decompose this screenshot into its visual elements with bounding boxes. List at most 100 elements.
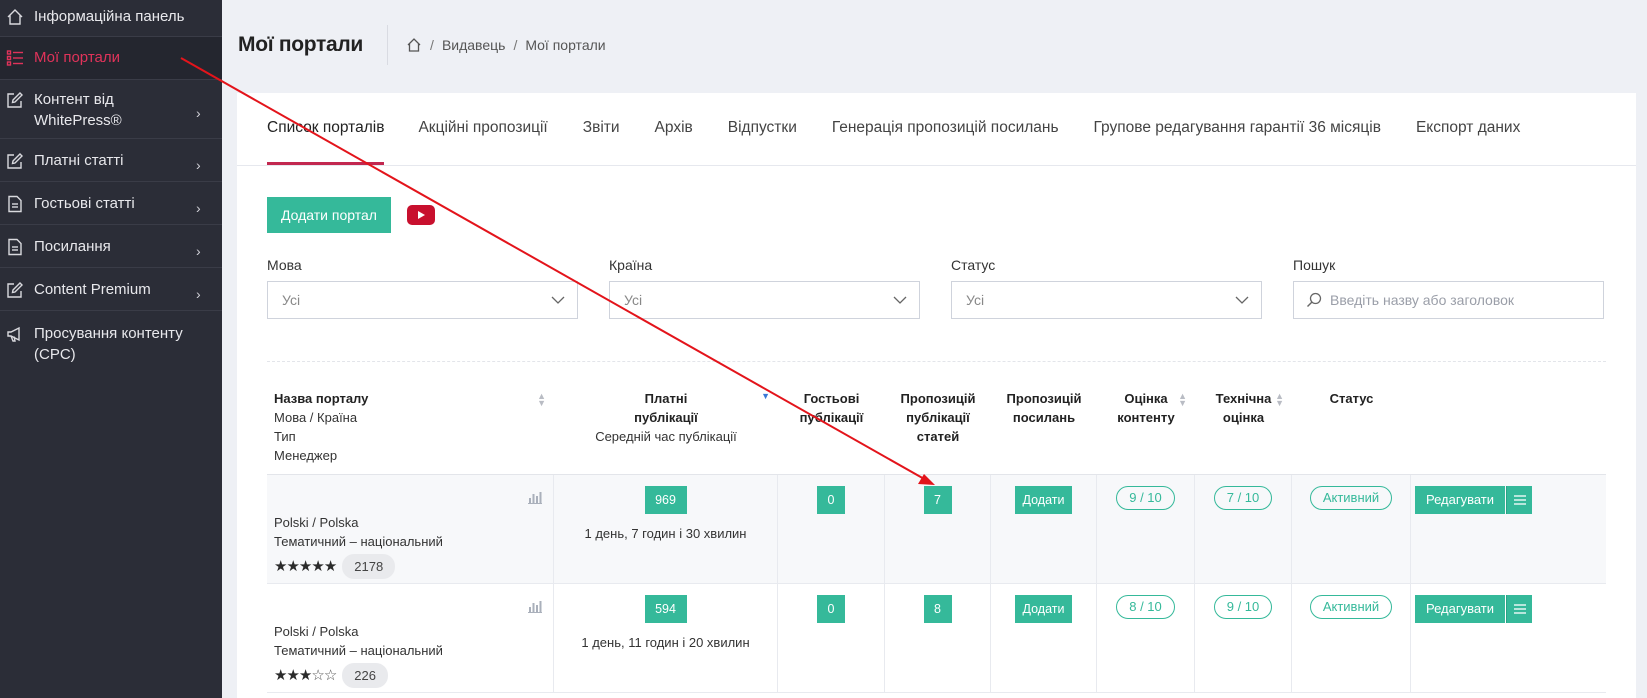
header-divider: [387, 25, 389, 65]
header-line: Мова / Країна: [274, 410, 358, 425]
status-select[interactable]: Усі: [951, 281, 1262, 319]
home-icon: [4, 6, 26, 28]
star-icon: ★: [323, 558, 337, 575]
edit-button[interactable]: Редагувати: [1414, 595, 1506, 623]
document-icon: [4, 193, 26, 215]
column-header-paid[interactable]: Платні публікації Середній час публікаці…: [554, 383, 778, 474]
row-menu-button[interactable]: [1506, 595, 1533, 623]
youtube-video-button[interactable]: [406, 205, 435, 225]
header-line: публікації: [906, 410, 970, 425]
tab-link-offers-generation[interactable]: Генерація пропозицій посилань: [832, 93, 1059, 165]
rating-stars: ★ ★ ★ ☆ ☆ 226: [274, 663, 443, 688]
toolbar: Додати портал: [267, 197, 435, 233]
table-row: Polski / Polska Тематичний – національни…: [267, 475, 1606, 584]
sort-icon[interactable]: ▲ ▼: [537, 392, 546, 408]
tab-vacations[interactable]: Відпустки: [728, 93, 797, 165]
guest-count-badge[interactable]: 0: [817, 595, 845, 623]
add-link-offer-button[interactable]: Додати: [1014, 595, 1073, 623]
bar-chart-icon[interactable]: [527, 600, 543, 614]
star-icon: ★: [298, 558, 312, 575]
sidebar-item-label: Інформаційна панель: [34, 8, 185, 25]
column-header-name[interactable]: Назва порталу Мова / Країна Тип Менеджер…: [267, 383, 554, 474]
cell-link-offers: Додати: [991, 584, 1097, 692]
column-header-actions: [1411, 383, 1536, 474]
tab-portal-list[interactable]: Список порталів: [267, 93, 385, 165]
sidebar-item-dashboard[interactable]: Інформаційна панель: [0, 0, 222, 37]
breadcrumb-separator: /: [430, 37, 434, 53]
paid-count-badge[interactable]: 594: [644, 595, 687, 623]
page-header: Мої портали / Видавець / Мої портали: [222, 0, 1647, 90]
tab-promo-offers[interactable]: Акційні пропозиції: [418, 93, 547, 165]
sidebar-item-links[interactable]: Посилання ›: [0, 225, 222, 268]
cell-portal-name: Polski / Polska Тематичний – національни…: [267, 584, 554, 692]
add-link-offer-button[interactable]: Додати: [1014, 486, 1073, 514]
select-value: Усі: [624, 292, 643, 308]
filter-label: Країна: [609, 257, 653, 273]
portals-table: Назва порталу Мова / Країна Тип Менеджер…: [267, 383, 1606, 693]
column-header-content-rating[interactable]: Оцінка контенту ▲ ▼: [1097, 383, 1195, 474]
search-icon: [1307, 292, 1322, 307]
divider: [267, 361, 1606, 362]
home-icon[interactable]: [406, 37, 422, 53]
language-select[interactable]: Усі: [267, 281, 578, 319]
sidebar-item-content-premium[interactable]: Content Premium ›: [0, 268, 222, 311]
star-icon: ★: [311, 558, 324, 575]
filter-label: Статус: [951, 257, 996, 273]
sidebar-item-whitepress-content[interactable]: Контент від WhitePress® ›: [0, 80, 222, 139]
tab-reports[interactable]: Звіти: [583, 93, 620, 165]
column-header-link-offers[interactable]: Пропозицій посилань: [991, 383, 1097, 474]
country-select[interactable]: Усі: [609, 281, 920, 319]
sort-icon[interactable]: ▲ ▼: [1275, 392, 1284, 408]
header-line: статей: [916, 429, 960, 444]
star-icon: ★: [286, 558, 299, 575]
chevron-right-icon: ›: [196, 200, 201, 216]
row-menu-button[interactable]: [1506, 486, 1533, 514]
cell-status: Активний: [1292, 584, 1411, 692]
tab-data-export[interactable]: Експорт даних: [1416, 93, 1520, 165]
sort-icon[interactable]: ▼: [761, 392, 770, 401]
select-value: Усі: [966, 292, 985, 308]
article-offers-badge[interactable]: 7: [923, 486, 952, 514]
breadcrumb: / Видавець / Мої портали: [406, 37, 606, 53]
cell-guest: 0: [778, 584, 885, 692]
star-outline-icon: ☆: [311, 667, 324, 684]
edit-button[interactable]: Редагувати: [1414, 486, 1506, 514]
guest-count-badge[interactable]: 0: [817, 486, 845, 514]
search-input[interactable]: [1330, 292, 1590, 308]
column-header-tech-rating[interactable]: Технічна оцінка ▲ ▼: [1195, 383, 1292, 474]
breadcrumb-publisher[interactable]: Видавець: [442, 37, 506, 53]
page-title: Мої портали: [238, 33, 364, 56]
sort-icon[interactable]: ▲ ▼: [1178, 392, 1187, 408]
list-icon: [4, 47, 26, 69]
filter-label: Пошук: [1293, 257, 1336, 273]
cell-paid: 969 1 день, 7 годин і 30 хвилин: [554, 475, 778, 583]
column-header-status[interactable]: Статус: [1292, 383, 1411, 474]
sidebar-item-my-portals[interactable]: Мої портали: [0, 37, 222, 80]
header-line: Менеджер: [274, 448, 338, 463]
content-rating-pill: 9 / 10: [1116, 486, 1175, 510]
header-line: Середній час публікації: [595, 429, 737, 444]
header-line: Пропозицій: [1006, 391, 1082, 406]
portal-type: Тематичний – національний: [274, 534, 443, 549]
megaphone-icon: [4, 323, 26, 345]
add-portal-button[interactable]: Додати портал: [267, 197, 391, 233]
cell-article-offers: 7: [885, 475, 991, 583]
bar-chart-icon[interactable]: [527, 491, 543, 505]
status-badge: Активний: [1309, 595, 1393, 619]
column-header-guest[interactable]: Гостьові публікації: [778, 383, 885, 474]
sidebar-item-label: Мої портали: [34, 49, 120, 66]
sidebar-item-paid-articles[interactable]: Платні статті ›: [0, 139, 222, 182]
sidebar-item-content-promotion[interactable]: Просування контенту (CPC): [0, 311, 222, 371]
edit-icon: [4, 279, 26, 301]
play-icon: [417, 211, 425, 219]
sidebar: Інформаційна панель Мої портали Контент …: [0, 0, 222, 698]
paid-count-badge[interactable]: 969: [644, 486, 687, 514]
portal-type: Тематичний – національний: [274, 643, 443, 658]
chevron-right-icon: ›: [196, 105, 201, 121]
tab-bulk-warranty-edit[interactable]: Групове редагування гарантії 36 місяців: [1094, 93, 1381, 165]
column-header-article-offers[interactable]: Пропозицій публікації статей: [885, 383, 991, 474]
sidebar-item-guest-articles[interactable]: Гостьові статті ›: [0, 182, 222, 225]
cell-actions: Редагувати: [1411, 584, 1536, 692]
tab-archive[interactable]: Архів: [655, 93, 693, 165]
article-offers-badge[interactable]: 8: [923, 595, 952, 623]
